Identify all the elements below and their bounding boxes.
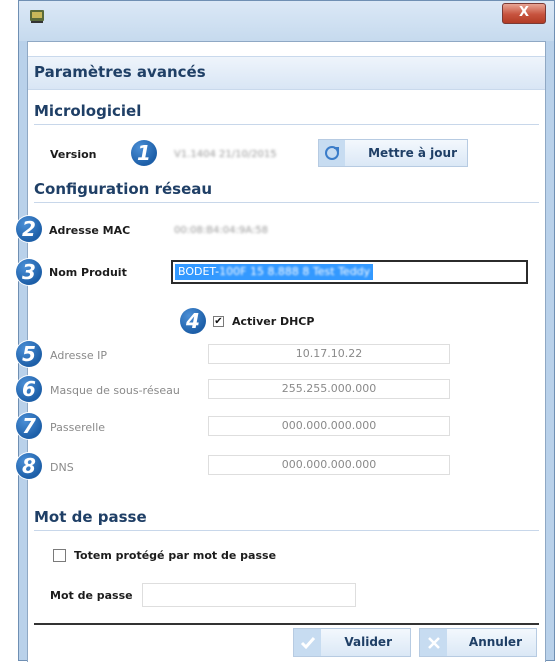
product-name-label: Nom Produit [49, 266, 127, 279]
ip-label: Adresse IP [50, 349, 107, 362]
footer-divider [34, 623, 539, 625]
annotation-badge-1: 1 [131, 140, 157, 166]
annotation-badge-6: 6 [16, 376, 42, 402]
update-button-label: Mettre à jour [368, 146, 457, 160]
dialog-window: X Paramètres avancés Micrologiciel Versi… [16, 0, 555, 662]
dialog-header: Paramètres avancés [28, 56, 545, 90]
annotation-badge-2: 2 [16, 216, 42, 242]
gateway-input[interactable]: 000.000.000.000 [208, 416, 450, 436]
subnet-mask-label: Masque de sous-réseau [50, 384, 180, 397]
protect-label: Totem protégé par mot de passe [74, 549, 277, 562]
firmware-section-title: Micrologiciel [34, 102, 142, 120]
gateway-label: Passerelle [50, 421, 106, 434]
cancel-button[interactable]: Annuler [419, 628, 537, 657]
update-button[interactable]: Mettre à jour [318, 139, 468, 167]
firmware-divider [34, 124, 539, 125]
product-name-blurred: 100F 15 8.888 8 Test Teddy [219, 265, 371, 278]
version-value: V1.1404 21/10/2015 [174, 149, 277, 160]
annotation-badge-5: 5 [16, 341, 42, 367]
password-input[interactable] [142, 583, 356, 607]
dhcp-checkbox[interactable]: ✔ [213, 316, 224, 327]
x-icon [420, 629, 447, 656]
validate-button[interactable]: Valider [293, 628, 411, 657]
mac-value: 00:08:B4:04:9A:58 [174, 225, 268, 236]
password-divider [34, 530, 539, 531]
title-bar: X [19, 1, 554, 41]
annotation-badge-7: 7 [16, 413, 42, 439]
check-icon [294, 629, 321, 656]
product-name-prefix: BODET- [178, 265, 220, 278]
password-label: Mot de passe [50, 589, 133, 602]
network-section-title: Configuration réseau [34, 180, 213, 198]
dns-input[interactable]: 000.000.000.000 [208, 455, 450, 475]
close-button[interactable]: X [502, 3, 546, 24]
annotation-badge-4: 4 [180, 308, 206, 334]
mac-label: Adresse MAC [49, 224, 131, 237]
password-section-title: Mot de passe [34, 508, 147, 526]
protect-checkbox[interactable] [53, 549, 66, 562]
subnet-mask-input[interactable]: 255.255.000.000 [208, 379, 450, 399]
cancel-button-label: Annuler [468, 635, 522, 649]
version-label: Version [50, 148, 97, 161]
dhcp-label: Activer DHCP [232, 315, 315, 328]
product-name-input[interactable]: BODET-100F 15 8.888 8 Test Teddy [171, 260, 528, 284]
dns-label: DNS [50, 461, 74, 474]
ip-input[interactable]: 10.17.10.22 [208, 344, 450, 364]
annotation-badge-8: 8 [16, 453, 42, 479]
refresh-icon [319, 140, 345, 166]
validate-button-label: Valider [344, 635, 392, 649]
network-divider [34, 202, 539, 203]
app-icon [29, 8, 45, 24]
annotation-badge-3: 3 [16, 259, 42, 285]
dialog-content: Paramètres avancés Micrologiciel Version… [16, 41, 546, 662]
page-title: Paramètres avancés [34, 63, 206, 81]
